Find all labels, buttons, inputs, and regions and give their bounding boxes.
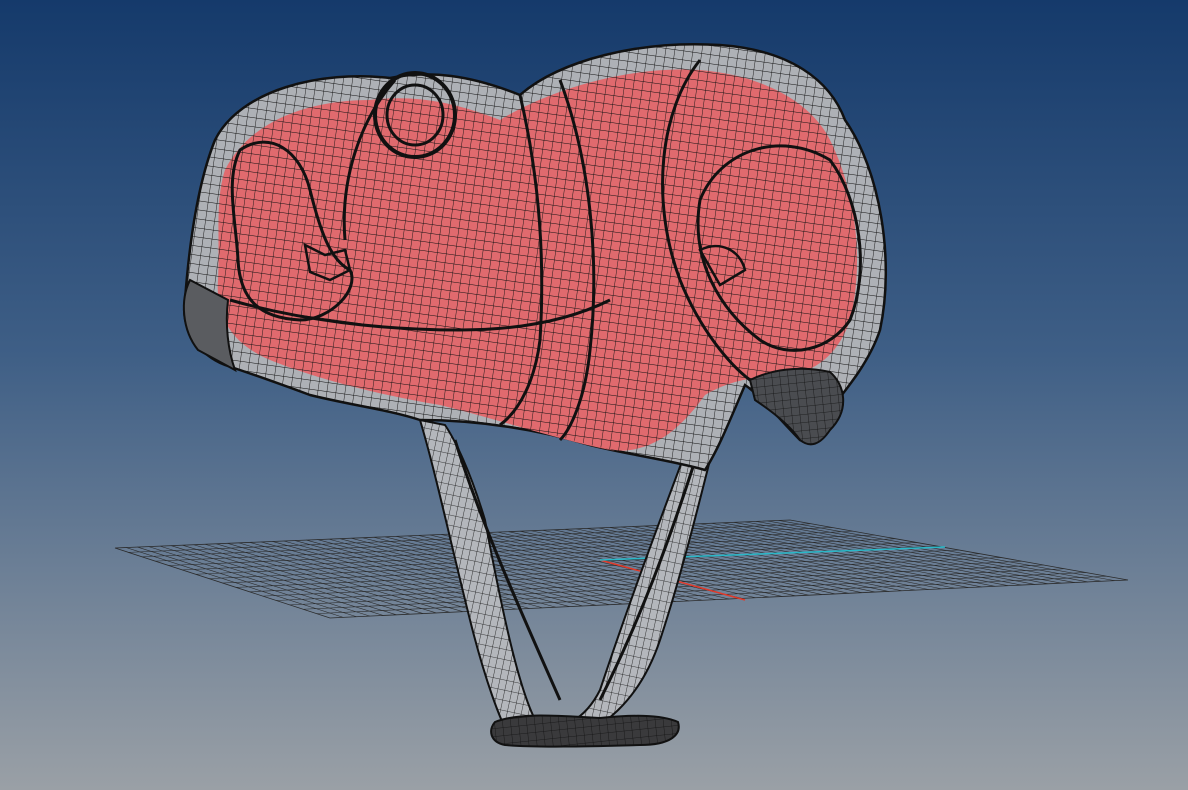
3d-viewport[interactable]: [0, 0, 1188, 790]
viewport-canvas[interactable]: [0, 0, 1188, 790]
